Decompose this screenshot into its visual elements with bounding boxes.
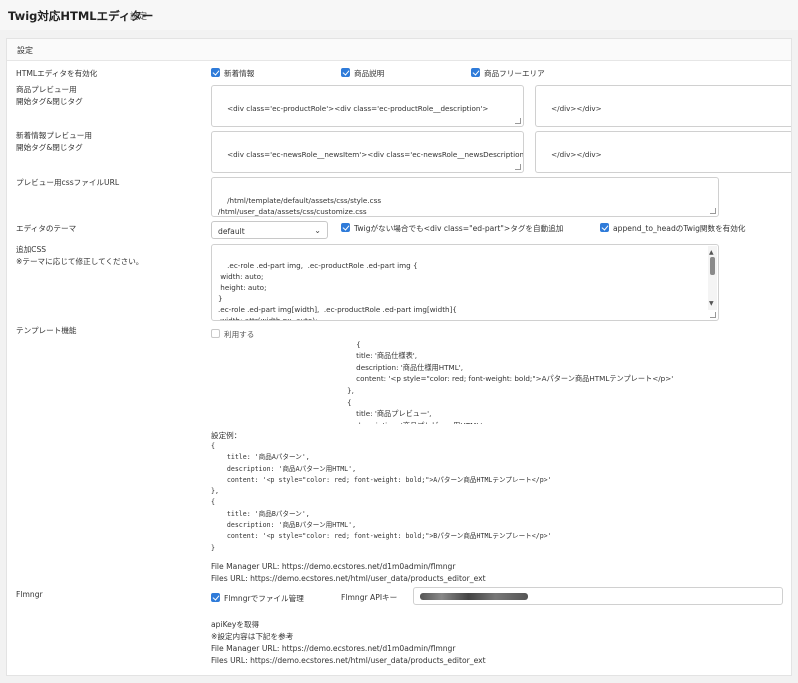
checkbox-checked-icon[interactable]	[211, 68, 220, 77]
news-preview-label: 新着情報プレビュー用 開始タグ&閉じタグ	[16, 131, 92, 152]
card-header: 設定	[7, 39, 791, 61]
template-example-heading: 設定例：	[211, 431, 242, 440]
css-url-label: プレビュー用cssファイルURL	[16, 178, 120, 187]
checkbox-unchecked-icon[interactable]	[211, 329, 220, 338]
template-use-checkbox[interactable]: 利用する	[211, 329, 254, 340]
theme-select[interactable]: default ⌄	[211, 221, 328, 239]
news-preview-close-tag-input[interactable]: </div></div>	[535, 131, 791, 173]
product-preview-close-tag-input[interactable]: </div></div>	[535, 85, 791, 127]
flmngr-label: Flmngr	[16, 590, 43, 599]
get-api-key-link[interactable]: apiKeyを取得	[211, 619, 259, 630]
chevron-down-icon: ⌄	[314, 226, 321, 235]
flmngr-api-key-input[interactable]	[413, 587, 783, 605]
flmngr-files-url: Files URL: https://demo.ecstores.net/htm…	[211, 656, 486, 665]
enable-editor-label: HTMLエディタを有効化	[16, 69, 98, 78]
checkbox-checked-icon[interactable]	[600, 223, 609, 232]
card-heading: 設定	[17, 46, 33, 55]
redacted-api-key	[420, 593, 528, 600]
scroll-down-icon[interactable]: ▼	[709, 298, 714, 309]
theme-label: エディタのテーマ	[16, 224, 77, 233]
resize-grip-icon[interactable]	[710, 208, 716, 214]
enable-product-free-area-checkbox[interactable]: 商品フリーエリア	[471, 68, 545, 79]
flmngr-file-manager-url: File Manager URL: https://demo.ecstores.…	[211, 644, 456, 653]
auto-div-checkbox[interactable]: Twigがない場合でも<div class="ed-part">タグを自動追加	[341, 223, 563, 234]
append-head-checkbox[interactable]: append_to_headのTwig関数を有効化	[600, 223, 745, 234]
enable-news-checkbox[interactable]: 新着情報	[211, 68, 254, 79]
settings-card: 設定 HTMLエディタを有効化 新着情報 商品説明 商品フリーエリア 商品プレビ…	[6, 38, 792, 676]
flmngr-note: ※設定内容は下記を参考	[211, 632, 294, 641]
flmngr-api-key-label: Flmngr APIキー	[341, 593, 398, 602]
template-json-textarea[interactable]: { title: '商品仕様表', description: '商品仕様用HTM…	[341, 323, 791, 424]
extra-css-label: 追加CSS ※テーマに応じて修正してください。	[16, 245, 144, 266]
css-url-textarea[interactable]: /html/template/default/assets/css/style.…	[211, 177, 719, 217]
news-preview-open-tag-input[interactable]: <div class='ec-newsRole__newsItem'><div …	[211, 131, 524, 173]
checkbox-checked-icon[interactable]	[341, 223, 350, 232]
extra-css-textarea[interactable]: .ec-role .ed-part img, .ec-productRole .…	[211, 244, 719, 321]
checkbox-checked-icon[interactable]	[341, 68, 350, 77]
template-file-manager-url: File Manager URL: https://demo.ecstores.…	[211, 562, 456, 571]
resize-grip-icon[interactable]	[515, 118, 521, 124]
scrollbar[interactable]: ▲ ▼	[708, 246, 717, 310]
scrollbar-thumb[interactable]	[710, 257, 715, 275]
checkbox-checked-icon[interactable]	[211, 593, 220, 602]
template-label: テンプレート機能	[16, 326, 77, 335]
product-preview-open-tag-input[interactable]: <div class='ec-productRole'><div class='…	[211, 85, 524, 127]
product-preview-label: 商品プレビュー用 開始タグ&閉じタグ	[16, 85, 83, 106]
flmngr-use-checkbox[interactable]: Flmngrでファイル管理	[211, 593, 304, 604]
checkbox-checked-icon[interactable]	[471, 68, 480, 77]
template-example-code: { title: '商品Aパターン', description: '商品Aパター…	[211, 442, 552, 552]
resize-grip-icon[interactable]	[515, 164, 521, 170]
resize-grip-icon[interactable]	[710, 312, 716, 318]
enable-product-description-checkbox[interactable]: 商品説明	[341, 68, 384, 79]
page-header: Twig対応HTMLエディター 設定	[0, 0, 798, 30]
template-files-url: Files URL: https://demo.ecstores.net/htm…	[211, 574, 486, 583]
page-subtitle: 設定	[130, 12, 148, 22]
